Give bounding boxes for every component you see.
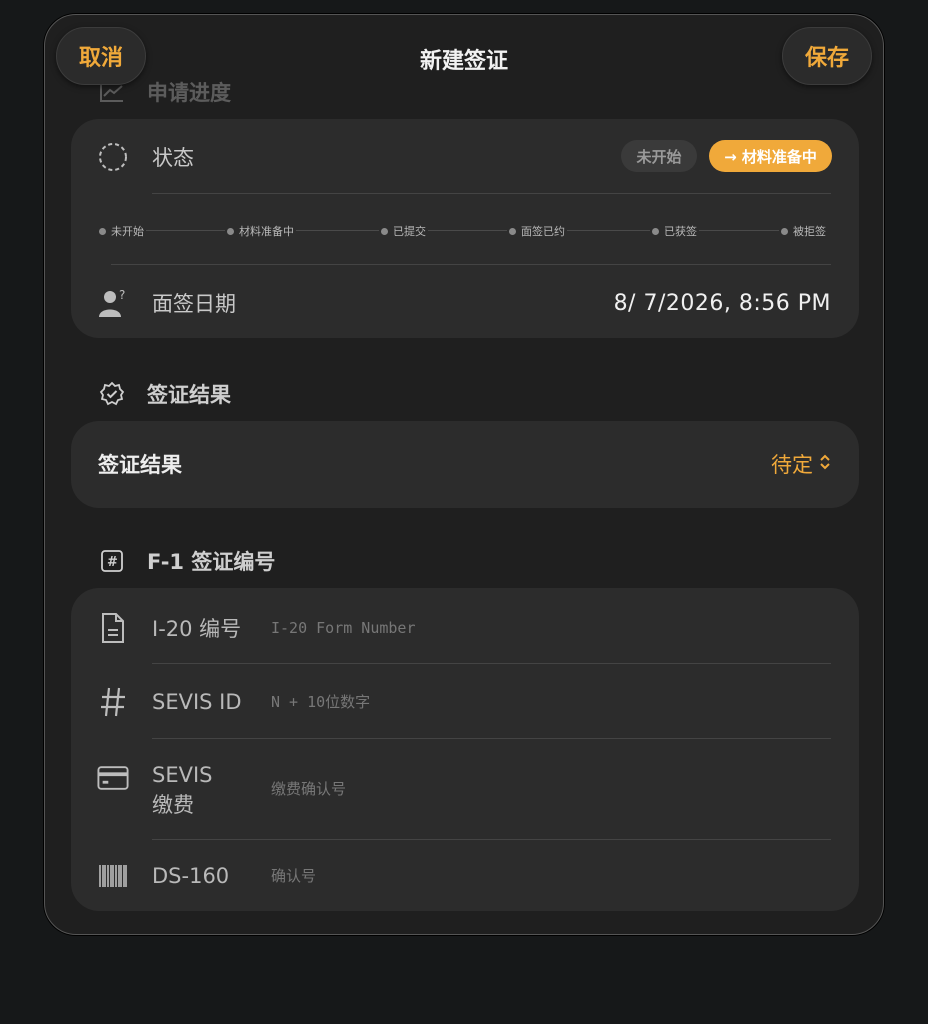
sevis-id-label: SEVIS ID xyxy=(152,690,242,714)
status-chip-not-started[interactable]: 未开始 xyxy=(621,140,697,172)
number-square-icon: # xyxy=(99,548,125,574)
barcode-icon xyxy=(97,860,129,892)
f1-card: I-20 编号 SEVIS ID SEVIS 缴费 DS- xyxy=(71,588,859,911)
result-row[interactable]: 签证结果 待定 xyxy=(71,449,859,479)
step-not-started: 未开始 xyxy=(97,223,146,239)
result-section-title: 签证结果 xyxy=(147,383,231,407)
result-value: 待定 xyxy=(771,453,813,477)
document-icon xyxy=(97,612,129,644)
status-chip-preparing[interactable]: → 材料准备中 xyxy=(709,140,832,172)
divider xyxy=(152,738,831,739)
step-rejected: 被拒签 xyxy=(779,223,828,239)
hash-icon xyxy=(97,686,129,718)
f1-section-header: # F-1 签证编号 xyxy=(99,546,275,576)
progress-line xyxy=(101,230,827,231)
save-button[interactable]: 保存 xyxy=(782,27,872,85)
credit-card-icon xyxy=(97,762,129,794)
step-interview-scheduled: 面签已约 xyxy=(507,223,567,239)
page-title: 新建签证 xyxy=(419,49,508,74)
interview-date-row[interactable]: ? 面签日期 8/ 7/2026, 8:56 PM xyxy=(71,283,859,323)
svg-text:#: # xyxy=(107,555,118,570)
f1-section-title: F-1 签证编号 xyxy=(147,550,276,574)
i20-input[interactable] xyxy=(271,619,791,637)
svg-text:?: ? xyxy=(119,288,125,302)
progress-section-title: 申请进度 xyxy=(147,81,231,105)
interview-date-label: 面签日期 xyxy=(152,292,236,316)
i20-row: I-20 编号 xyxy=(71,608,859,648)
progress-steps: 未开始 材料准备中 已提交 面签已约 已获签 被拒签 xyxy=(97,223,831,239)
ds160-input[interactable] xyxy=(271,867,791,885)
step-submitted: 已提交 xyxy=(379,223,428,239)
checkmark-seal-icon xyxy=(99,381,125,407)
ds160-row: DS-160 xyxy=(71,856,859,896)
person-question-icon: ? xyxy=(97,287,129,319)
status-label: 状态 xyxy=(152,146,194,170)
sevis-id-row: SEVIS ID xyxy=(71,682,859,722)
sevis-fee-label: SEVIS 缴费 xyxy=(152,763,213,817)
sevis-fee-row: SEVIS 缴费 xyxy=(71,758,859,828)
new-visa-sheet: 申请进度 取消 新建签证 保存 状态 未开始 → 材料准备中 未开始 材料准备中… xyxy=(44,14,884,935)
divider xyxy=(152,663,831,664)
progress-card: 状态 未开始 → 材料准备中 未开始 材料准备中 已提交 面签已约 已获签 被拒… xyxy=(71,119,859,338)
ds160-label: DS-160 xyxy=(152,864,230,888)
interview-date-picker[interactable]: 8/ 7/2026, 8:56 PM xyxy=(614,291,831,316)
chevron-up-down-icon xyxy=(819,452,831,476)
result-card: 签证结果 待定 xyxy=(71,421,859,508)
step-approved: 已获签 xyxy=(650,223,699,239)
divider xyxy=(111,264,831,265)
result-picker[interactable]: 待定 xyxy=(771,449,831,479)
result-section-header: 签证结果 xyxy=(99,379,231,409)
step-preparing: 材料准备中 xyxy=(225,223,296,239)
sevis-id-input[interactable] xyxy=(271,693,791,711)
sevis-fee-input[interactable] xyxy=(271,780,791,798)
dashed-circle-icon xyxy=(97,141,129,173)
result-label: 签证结果 xyxy=(98,453,182,477)
divider xyxy=(152,839,831,840)
divider xyxy=(152,193,831,194)
i20-label: I-20 编号 xyxy=(152,617,242,641)
